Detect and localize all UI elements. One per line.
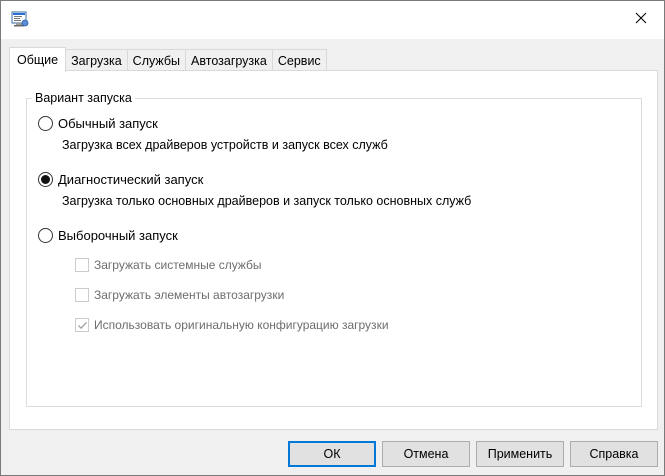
diagnostic-startup-description: Загрузка только основных драйверов и зап… [62, 194, 472, 208]
msconfig-window: Общие Загрузка Службы Автозагрузка Серви… [0, 0, 665, 476]
radio-selected-dot [41, 175, 50, 184]
checkbox-load-startup-items[interactable]: Загружать элементы автозагрузки [75, 288, 284, 302]
checkbox-use-original-boot-config[interactable]: Использовать оригинальную конфигурацию з… [75, 318, 389, 332]
checkbox-startup-items-label: Загружать элементы автозагрузки [94, 288, 285, 302]
apply-button[interactable]: Применить [476, 441, 564, 467]
radio-circle[interactable] [38, 116, 53, 131]
checkbox-original-config-label: Использовать оригинальную конфигурацию з… [94, 318, 389, 332]
tab-general[interactable]: Общие [9, 47, 67, 72]
close-button[interactable] [618, 1, 664, 37]
radio-circle[interactable] [38, 172, 53, 187]
radio-normal-startup[interactable]: Обычный запуск [38, 116, 158, 131]
radio-diagnostic-startup[interactable]: Диагностический запуск [38, 172, 203, 187]
tab-strip: Общие Загрузка Службы Автозагрузка Серви… [9, 47, 327, 72]
cancel-button[interactable]: Отмена [382, 441, 470, 467]
checkmark-icon [77, 321, 87, 329]
tab-services[interactable]: Службы [126, 49, 187, 71]
checkbox-box[interactable] [75, 288, 89, 302]
general-tab-panel: Вариант запуска Обычный запуск Загрузка … [9, 70, 658, 430]
radio-normal-label: Обычный запуск [58, 116, 158, 131]
help-button[interactable]: Справка [570, 441, 658, 467]
checkbox-box[interactable] [75, 318, 89, 332]
group-legend: Вариант запуска [32, 91, 135, 105]
radio-selective-startup[interactable]: Выборочный запуск [38, 228, 178, 243]
title-bar [1, 1, 664, 39]
checkbox-system-services-label: Загружать системные службы [94, 258, 262, 272]
radio-diagnostic-label: Диагностический запуск [58, 172, 204, 187]
close-icon [635, 12, 647, 27]
system-config-icon [11, 10, 29, 28]
ok-button[interactable]: ОК [288, 441, 376, 467]
tab-startup[interactable]: Автозагрузка [185, 49, 273, 71]
tab-tools[interactable]: Сервис [271, 49, 327, 71]
checkbox-box[interactable] [75, 258, 89, 272]
tab-boot[interactable]: Загрузка [65, 49, 128, 71]
normal-startup-description: Загрузка всех драйверов устройств и запу… [62, 138, 388, 152]
radio-circle[interactable] [38, 228, 53, 243]
checkbox-load-system-services[interactable]: Загружать системные службы [75, 258, 262, 272]
radio-selective-label: Выборочный запуск [58, 228, 178, 243]
